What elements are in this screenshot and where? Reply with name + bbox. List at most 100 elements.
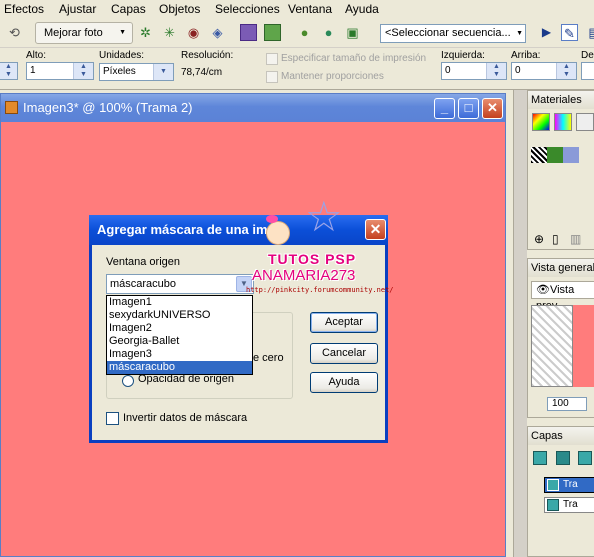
people-icon[interactable]: ● (320, 24, 337, 41)
chevron-down-icon: ▼ (516, 30, 523, 37)
list-item[interactable]: sexydarkUNIVERSO (107, 309, 252, 322)
dialog-title-bar[interactable]: Agregar máscara de una ima ✕ (89, 215, 388, 245)
minimize-button[interactable]: _ (434, 98, 455, 119)
document-title-bar[interactable]: Imagen3* @ 100% (Trama 2) _ □ ✕ (1, 94, 505, 122)
panel-splitter[interactable] (513, 90, 527, 557)
rotate-icon[interactable]: ⟲ (6, 24, 23, 41)
alto-label: Alto: (26, 50, 47, 61)
resolucion-value: 78,74/cm (181, 67, 223, 78)
enhance-photo-label: Mejorar foto (44, 27, 103, 39)
sequence-select-value: <Seleccionar secuencia... (385, 27, 511, 39)
toolbar: ⟲ Mejorar foto ▼ ✲ ✳ ◉ ◈ ● ● ▣ <Seleccio… (0, 18, 594, 48)
menu-capas[interactable]: Capas (111, 2, 146, 16)
swatch-green[interactable] (547, 147, 563, 163)
izquierda-input[interactable]: 0 ▲ ▼ (441, 62, 507, 80)
sparkle-icon[interactable]: ✳ (161, 24, 178, 41)
materials-panel-title: Materiales (528, 91, 594, 109)
menu-ajustar[interactable]: Ajustar (59, 2, 96, 16)
keep-proportions-checkbox[interactable] (266, 71, 278, 83)
layer-group-icon[interactable] (556, 451, 570, 465)
dialog-title: Agregar máscara de una ima (97, 222, 275, 237)
izquierda-value: 0 (445, 65, 451, 76)
keep-proportions-label: Mantener proporciones (281, 71, 384, 82)
eye-icon: 👁 (536, 284, 550, 296)
unidades-select[interactable]: Píxeles ▼ (99, 63, 174, 81)
trash-icon[interactable]: ▥ (570, 232, 581, 246)
pattern-icon[interactable] (576, 113, 594, 131)
sequence-select[interactable]: <Seleccionar secuencia... ▼ (380, 24, 526, 43)
invert-mask-checkbox[interactable] (106, 412, 119, 425)
tab-preview[interactable]: 👁Vista prev (531, 281, 594, 312)
red-eye-icon[interactable]: ◉ (185, 24, 202, 41)
document-title: Imagen3* @ 100% (Trama 2) (23, 100, 193, 115)
target-icon[interactable]: ⊕ (534, 232, 544, 246)
script-icon[interactable]: ✎ (561, 24, 578, 41)
layer-row-2[interactable]: Tra (544, 497, 594, 513)
invert-mask-label: Invertir datos de máscara (123, 412, 248, 424)
arriba-spinner[interactable]: ▲ ▼ (556, 63, 576, 79)
menu-ayuda[interactable]: Ayuda (345, 2, 379, 16)
zoom-input[interactable]: 100 (547, 397, 587, 411)
psp-document-icon (5, 101, 18, 114)
overview-thumbnail[interactable] (573, 305, 594, 387)
tool-options-bar: ▲ ▼ Alto: 1 ▲ ▼ Unidades: Píxeles ▼ Resolu… (0, 48, 594, 90)
overview-panel-title: Vista general (528, 259, 594, 277)
maximize-button[interactable]: □ (458, 98, 479, 119)
frame-icon[interactable]: ▣ (344, 24, 361, 41)
arriba-label: Arriba: (511, 50, 541, 61)
layer-icon (547, 479, 559, 491)
play-icon[interactable]: ▶ (538, 24, 555, 41)
landscape-icon[interactable] (264, 24, 281, 41)
dialog-close-button[interactable]: ✕ (365, 219, 386, 240)
swatch-blue[interactable] (563, 147, 579, 163)
source-window-select[interactable]: máscaracubo ▼ (106, 274, 254, 294)
overview-panel: Vista general 👁Vista prev 100 (527, 258, 594, 418)
ok-button[interactable]: Aceptar (310, 312, 378, 333)
list-item[interactable]: Imagen2 (107, 322, 252, 335)
list-item[interactable]: Imagen3 (107, 348, 252, 361)
alto-spinner[interactable]: ▲ ▼ (73, 63, 93, 79)
enhance-photo-button[interactable]: Mejorar foto ▼ (35, 22, 133, 44)
source-window-dropdown-list: Imagen1 sexydarkUNIVERSO Imagen2 Georgia… (106, 295, 253, 375)
help-button[interactable]: Ayuda (310, 372, 378, 393)
print-size-checkbox[interactable] (266, 53, 278, 65)
close-icon: ✕ (369, 221, 382, 237)
gradient-icon[interactable] (554, 113, 572, 131)
magic-wand-icon[interactable]: ✲ (137, 24, 154, 41)
cube-icon[interactable]: ◈ (209, 24, 226, 41)
menu-ventana[interactable]: Ventana (288, 2, 332, 16)
alto-input[interactable]: 1 ▲ ▼ (26, 62, 94, 80)
cancel-button[interactable]: Cancelar (310, 343, 378, 364)
spinner-stub[interactable]: ▲ ▼ (0, 62, 18, 80)
list-item-selected[interactable]: máscaracubo (107, 361, 252, 374)
layer-icon (547, 499, 559, 511)
list-item[interactable]: Georgia-Ballet (107, 335, 252, 348)
chevron-down-icon: ▼ (153, 64, 173, 80)
close-button[interactable]: ✕ (482, 98, 503, 119)
opacity-radio[interactable] (122, 375, 134, 387)
swatch-zebra[interactable] (531, 147, 547, 163)
watermark-doll-icon (262, 213, 294, 251)
doc-icon[interactable]: ▯ (552, 232, 559, 246)
layer-row-1[interactable]: Tra (544, 477, 594, 493)
add-mask-dialog: Agregar máscara de una ima ✕ Ventana ori… (89, 215, 388, 443)
layer-mask-icon[interactable] (578, 451, 592, 465)
derecha-input[interactable] (581, 62, 594, 80)
chevron-down-icon: ▼ (119, 29, 126, 36)
print-size-label: Especificar tamaño de impresión (281, 53, 427, 64)
list-item[interactable]: Imagen1 (107, 296, 252, 309)
alto-value: 1 (30, 65, 36, 76)
edit-icon[interactable]: ▤ (586, 24, 594, 41)
menu-efectos[interactable]: Efectos (4, 2, 44, 16)
arriba-input[interactable]: 0 ▲ ▼ (511, 62, 577, 80)
color-picker-icon[interactable] (532, 113, 550, 131)
izquierda-spinner[interactable]: ▲ ▼ (486, 63, 506, 79)
portrait-icon[interactable] (240, 24, 257, 41)
layer-row-1-label: Tra (563, 479, 578, 490)
menu-objetos[interactable]: Objetos (159, 2, 200, 16)
close-icon: ✕ (487, 100, 498, 115)
new-layer-icon[interactable] (533, 451, 547, 465)
menu-selecciones[interactable]: Selecciones (215, 2, 280, 16)
overview-checker (531, 305, 573, 387)
person-icon[interactable]: ● (296, 24, 313, 41)
